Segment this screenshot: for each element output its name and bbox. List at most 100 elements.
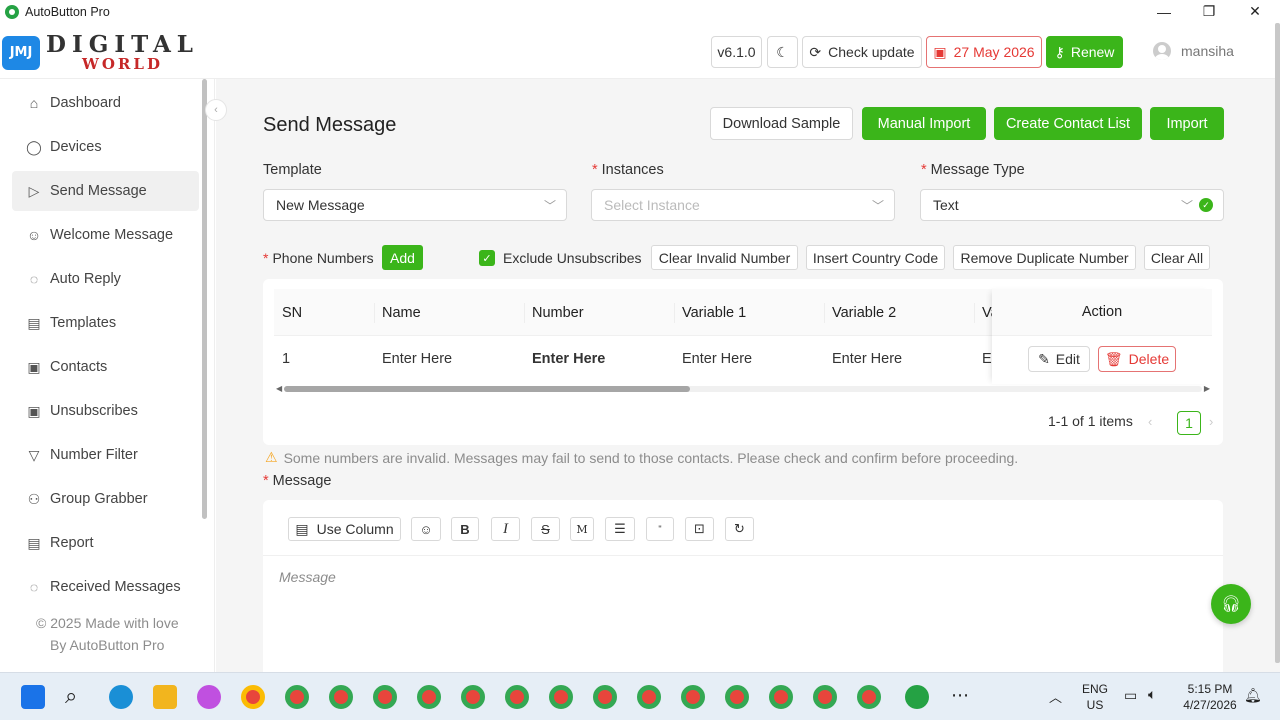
table-horizontal-scrollbar[interactable]: ◀ ▶: [274, 384, 1212, 394]
maximize-button[interactable]: ❐: [1186, 0, 1232, 23]
sidebar-item-dashboard[interactable]: ⌂ Dashboard: [12, 83, 199, 123]
sidebar-item-unsubscribes[interactable]: ▣ Unsubscribes: [12, 391, 199, 431]
scroll-right-icon[interactable]: ▶: [1204, 384, 1210, 393]
bold-button[interactable]: B: [451, 517, 479, 541]
sidebar-item-auto-reply[interactable]: ◌ Auto Reply: [12, 259, 199, 299]
sidebar-item-devices[interactable]: ◯ Devices: [12, 127, 199, 167]
valid-check-icon: ✓: [1199, 198, 1213, 212]
sidebar-item-welcome-message[interactable]: ☺ Welcome Message: [12, 215, 199, 255]
whatsapp-taskbar-icon[interactable]: [905, 685, 929, 709]
windows-start-icon[interactable]: [21, 685, 45, 709]
logo[interactable]: JMJ DIGITAL WORLD: [2, 33, 199, 72]
list-button[interactable]: ☰: [605, 517, 635, 541]
emoji-button[interactable]: ☺: [411, 517, 441, 541]
add-phone-button[interactable]: Add: [382, 245, 423, 270]
chrome-profile-icon[interactable]: [769, 685, 793, 709]
next-page-icon[interactable]: ›: [1209, 414, 1213, 429]
search-icon[interactable]: ⌕: [65, 683, 77, 709]
collapse-sidebar-button[interactable]: ‹: [205, 99, 227, 121]
sidebar-item-report[interactable]: ▤ Report: [12, 523, 199, 563]
prev-page-icon[interactable]: ‹: [1148, 414, 1152, 429]
column-header-name: Name: [382, 304, 421, 321]
cell-number[interactable]: Enter Here: [532, 335, 605, 383]
clear-all-button[interactable]: Clear All: [1144, 245, 1210, 270]
chrome-profile-icon[interactable]: [593, 685, 617, 709]
sidebar-item-send-message[interactable]: ▷ Send Message: [12, 171, 199, 211]
close-button[interactable]: ✕: [1232, 0, 1278, 23]
chrome-profile-icon[interactable]: [373, 685, 397, 709]
expiry-date-button[interactable]: ▣ 27 May 2026: [926, 36, 1042, 68]
file-explorer-icon[interactable]: [153, 685, 177, 709]
cell-variable-1[interactable]: Enter Here: [682, 335, 752, 383]
import-button[interactable]: Import: [1150, 107, 1224, 140]
footer-copyright: © 2025 Made with love: [36, 615, 179, 631]
sidebar-item-templates[interactable]: ▤ Templates: [12, 303, 199, 343]
edit-row-button[interactable]: ✎ Edit: [1028, 346, 1090, 372]
chrome-profile-icon[interactable]: [725, 685, 749, 709]
editor-toolbar: ▤ Use Column ☺ B I S M ☰ " ⊡ ↻: [263, 500, 1223, 556]
page-1-button[interactable]: 1: [1177, 411, 1201, 435]
sidebar-item-received-messages[interactable]: ◌ Received Messages: [12, 567, 199, 607]
use-column-button[interactable]: ▤ Use Column: [288, 517, 401, 541]
strikethrough-button[interactable]: S: [531, 517, 560, 541]
cell-name[interactable]: Enter Here: [382, 335, 452, 383]
notification-icon[interactable]: 🔔︎: [1244, 687, 1262, 704]
support-button[interactable]: 🎧︎: [1211, 584, 1251, 624]
chrome-profile-icon[interactable]: [285, 685, 309, 709]
chrome-profile-icon[interactable]: [549, 685, 573, 709]
chrome-profile-icon[interactable]: [857, 685, 881, 709]
more-icon[interactable]: ⋯: [951, 685, 969, 706]
unsubscribe-icon: ▣: [27, 402, 41, 419]
chrome-profile-icon[interactable]: [681, 685, 705, 709]
quote-button[interactable]: ": [646, 517, 674, 541]
input-language[interactable]: ENG US: [1080, 681, 1110, 713]
download-sample-button[interactable]: Download Sample: [710, 107, 853, 140]
tray-chevron-up-icon[interactable]: ︿: [1049, 687, 1062, 706]
chrome-profile-icon[interactable]: [417, 685, 441, 709]
check-update-button[interactable]: ⟳ Check update: [802, 36, 922, 68]
italic-button[interactable]: I: [491, 517, 520, 541]
instances-label: * Instances: [592, 162, 664, 178]
chevron-down-icon: ﹀: [871, 199, 884, 213]
page-scrollbar[interactable]: [1275, 23, 1280, 663]
sidebar-item-number-filter[interactable]: ▽ Number Filter: [12, 435, 199, 475]
clear-invalid-number-button[interactable]: Clear Invalid Number: [651, 245, 798, 270]
message-type-select[interactable]: Text ﹀ ✓: [920, 189, 1224, 221]
exclude-unsubscribes-label[interactable]: Exclude Unsubscribes: [503, 245, 642, 270]
user-menu[interactable]: mansiha: [1153, 42, 1234, 60]
create-contact-list-button[interactable]: Create Contact List: [994, 107, 1142, 140]
message-input[interactable]: Message: [279, 569, 336, 585]
scrollbar-thumb[interactable]: [284, 386, 690, 392]
edge-icon[interactable]: [109, 685, 133, 709]
instances-select[interactable]: Select Instance ﹀: [591, 189, 895, 221]
chrome-profile-icon[interactable]: [461, 685, 485, 709]
cell-variable-2[interactable]: Enter Here: [832, 335, 902, 383]
delete-row-button[interactable]: 🗑︎ Delete: [1098, 346, 1176, 372]
network-icon[interactable]: ▭: [1124, 687, 1137, 704]
exclude-unsubscribes-checkbox[interactable]: ✓: [479, 250, 495, 266]
clock[interactable]: 5:15 PM 4/27/2026: [1180, 681, 1240, 713]
remove-duplicate-number-button[interactable]: Remove Duplicate Number: [953, 245, 1136, 270]
sidebar-item-group-grabber[interactable]: ⚇ Group Grabber: [12, 479, 199, 519]
report-icon: ▤: [27, 534, 41, 551]
manual-import-button[interactable]: Manual Import: [862, 107, 986, 140]
copilot-icon[interactable]: [197, 685, 221, 709]
sidebar-scrollbar[interactable]: [202, 79, 207, 519]
chrome-icon[interactable]: [241, 685, 265, 709]
theme-toggle-button[interactable]: ☾: [767, 36, 798, 68]
chrome-profile-icon[interactable]: [505, 685, 529, 709]
chrome-profile-icon[interactable]: [329, 685, 353, 709]
scroll-left-icon[interactable]: ◀: [276, 384, 282, 393]
clear-format-button[interactable]: ↻: [725, 517, 754, 541]
chrome-profile-icon[interactable]: [813, 685, 837, 709]
insert-country-code-button[interactable]: Insert Country Code: [806, 245, 945, 270]
version-button[interactable]: v6.1.0: [711, 36, 762, 68]
minimize-button[interactable]: —: [1141, 0, 1187, 23]
code-button[interactable]: ⊡: [685, 517, 714, 541]
sidebar-item-contacts[interactable]: ▣ Contacts: [12, 347, 199, 387]
template-select[interactable]: New Message ﹀: [263, 189, 567, 221]
volume-icon[interactable]: 🔈︎: [1148, 686, 1156, 703]
monospace-button[interactable]: M: [570, 517, 594, 541]
renew-button[interactable]: ⚷ Renew: [1046, 36, 1123, 68]
chrome-profile-icon[interactable]: [637, 685, 661, 709]
